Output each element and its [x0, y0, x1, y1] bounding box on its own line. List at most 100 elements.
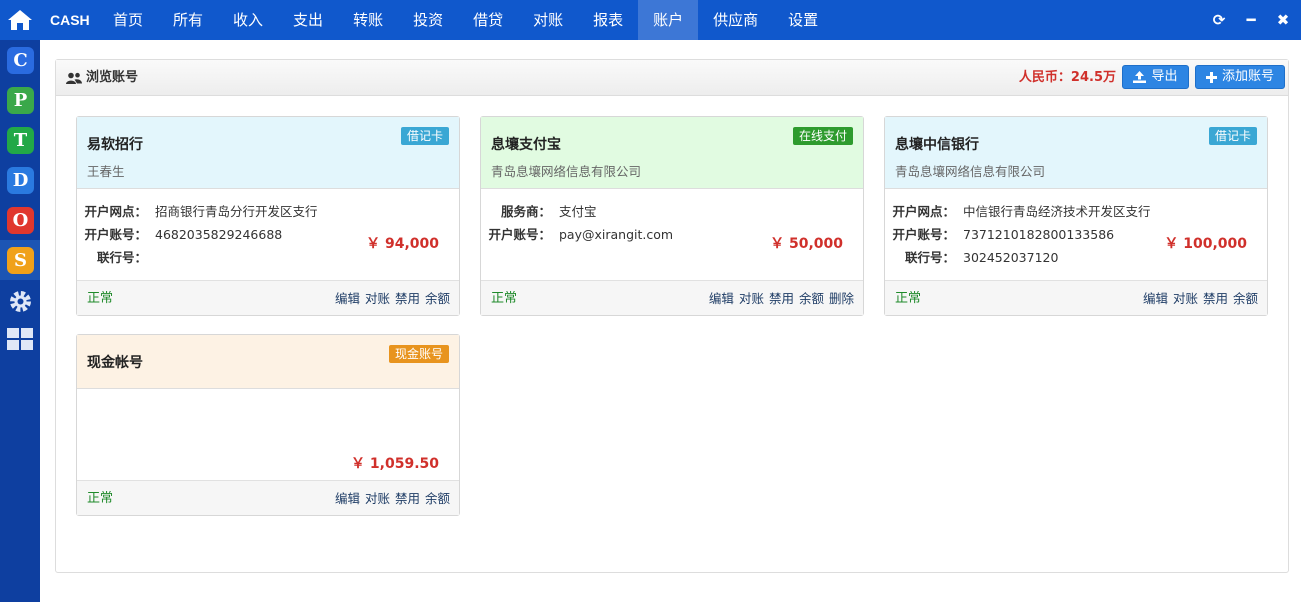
account-type-badge: 借记卡: [1208, 127, 1257, 145]
account-field: 开户账号： 4682035829246688: [77, 224, 282, 243]
account-actions: 编辑 对账 禁用 余额: [335, 281, 450, 316]
account-status: 正常: [491, 291, 518, 306]
total-balance: 人民币：24.5万: [1018, 70, 1116, 85]
nav-item-5[interactable]: 投资: [398, 0, 458, 40]
d-app-icon[interactable]: D: [7, 167, 34, 194]
account-action-link[interactable]: 余额: [425, 481, 450, 516]
account-type-badge: 借记卡: [400, 127, 449, 145]
account-action-link[interactable]: 编辑: [709, 281, 734, 316]
nav-item-2[interactable]: 收入: [218, 0, 278, 40]
account-field-label: 开户账号：: [892, 227, 955, 242]
account-card-header: 易软招行 王春生 借记卡: [77, 117, 459, 189]
rail-app-letter: P: [13, 90, 28, 111]
account-card: 息壤中信银行 青岛息壤网络信息有限公司 借记卡开户网点： 中信银行青岛经济技术开发区支…: [884, 116, 1268, 316]
account-actions: 编辑 对账 禁用 余额: [1143, 281, 1258, 316]
o-app-icon[interactable]: O: [7, 207, 34, 234]
account-card-header: 息壤支付宝 青岛息壤网络信息有限公司 在线支付: [481, 117, 863, 189]
panel-title: 浏览账号: [66, 60, 138, 96]
account-action-link[interactable]: 对账: [1173, 281, 1198, 316]
account-field-label: 联行号：: [904, 250, 955, 265]
c-app-icon[interactable]: C: [7, 47, 34, 74]
account-action-link[interactable]: 对账: [365, 481, 390, 516]
add-account-button[interactable]: 添加账号: [1195, 65, 1285, 89]
account-card-body: 开户网点： 中信银行青岛经济技术开发区支行开户账号： 737121018280013…: [885, 189, 1267, 280]
nav-item-7[interactable]: 对账: [518, 0, 578, 40]
account-status: 正常: [87, 291, 114, 306]
rail-app-letter: D: [12, 170, 29, 191]
grid-icon[interactable]: [7, 328, 34, 352]
close-icon[interactable]: ✖: [1275, 11, 1291, 29]
refresh-icon[interactable]: ⟳: [1211, 11, 1227, 29]
account-name[interactable]: 易软招行: [87, 134, 143, 154]
account-action-link[interactable]: 禁用: [395, 281, 420, 316]
account-action-link[interactable]: 编辑: [1143, 281, 1168, 316]
brand-logo: CASH: [50, 12, 90, 28]
account-field-value: 7371210182800133586: [963, 227, 1115, 242]
nav-item-11[interactable]: 设置: [773, 0, 833, 40]
account-name[interactable]: 息壤中信银行: [895, 134, 979, 154]
nav-item-0[interactable]: 首页: [98, 0, 158, 40]
account-type-badge: 现金账号: [388, 345, 449, 363]
account-action-link[interactable]: 余额: [1233, 281, 1258, 316]
nav-item-8[interactable]: 报表: [578, 0, 638, 40]
users-icon: [66, 72, 82, 84]
account-actions: 编辑 对账 禁用 余额: [335, 481, 450, 516]
account-balance: ￥ 1,059.50: [351, 456, 439, 472]
account-action-link[interactable]: 禁用: [769, 281, 794, 316]
nav-item-10[interactable]: 供应商: [698, 0, 773, 40]
account-field: 开户网点： 中信银行青岛经济技术开发区支行: [885, 201, 1151, 220]
account-action-link[interactable]: 禁用: [1203, 281, 1228, 316]
rail-app-letter: T: [13, 130, 28, 151]
accounts-panel: 浏览账号 人民币：24.5万 导出 添加账号 易软招行 王春生 借记卡 开户网点： 招商…: [55, 59, 1289, 573]
account-card-header: 息壤中信银行 青岛息壤网络信息有限公司 借记卡: [885, 117, 1267, 189]
nav-item-4[interactable]: 转账: [338, 0, 398, 40]
minimize-icon[interactable]: ━: [1243, 11, 1259, 29]
left-rail: CPTDOS: [0, 0, 40, 602]
nav-item-6[interactable]: 借贷: [458, 0, 518, 40]
account-name[interactable]: 现金帐号: [87, 352, 143, 372]
account-balance: ￥ 50,000: [770, 236, 843, 252]
account-field-label: 开户账号：: [488, 227, 551, 242]
account-card-body: ￥ 1,059.50: [77, 389, 459, 480]
account-card: 息壤支付宝 青岛息壤网络信息有限公司 在线支付服务商： 支付宝开户账号： pay@xir…: [480, 116, 864, 316]
account-action-link[interactable]: 禁用: [395, 481, 420, 516]
nav-item-9[interactable]: 账户: [638, 0, 699, 40]
account-action-link[interactable]: 余额: [799, 281, 824, 316]
account-field-label: 联行号：: [96, 250, 147, 265]
nav-item-3[interactable]: 支出: [278, 0, 338, 40]
account-card-footer: 正常 编辑 对账 禁用 余额: [885, 280, 1267, 315]
account-field-value: 4682035829246688: [155, 227, 283, 242]
export-button[interactable]: 导出: [1122, 65, 1189, 89]
account-field-label: 开户账号：: [84, 227, 147, 242]
account-field: 开户账号： 7371210182800133586: [885, 224, 1114, 243]
account-action-link[interactable]: 删除: [829, 281, 854, 316]
account-field-value: pay@xirangit.com: [559, 227, 674, 242]
account-field: 联行号：: [77, 247, 155, 266]
account-action-link[interactable]: 编辑: [335, 481, 360, 516]
account-card-footer: 正常 编辑 对账 禁用 余额 删除: [481, 280, 863, 315]
account-action-link[interactable]: 对账: [739, 281, 764, 316]
s-app-icon[interactable]: S: [7, 247, 34, 274]
p-app-icon[interactable]: P: [7, 87, 34, 114]
account-card-body: 开户网点： 招商银行青岛分行开发区支行 开户账号： 4682035829246688 联…: [77, 189, 459, 280]
account-field-value: 中信银行青岛经济技术开发区支行: [963, 204, 1151, 219]
account-field-value: 支付宝: [559, 204, 597, 219]
upload-icon: [1133, 71, 1147, 83]
nav-item-1[interactable]: 所有: [158, 0, 218, 40]
gear-icon[interactable]: [7, 288, 34, 315]
rail-app-letter: C: [13, 50, 28, 71]
account-action-link[interactable]: 余额: [425, 281, 450, 316]
plus-icon: [1205, 71, 1217, 83]
home-icon[interactable]: [0, 0, 40, 40]
account-action-link[interactable]: 对账: [365, 281, 390, 316]
rail-app-letter: S: [14, 250, 27, 271]
account-card-body: 服务商： 支付宝开户账号： pay@xirangit.com ￥ 50,000: [481, 189, 863, 280]
account-status: 正常: [87, 491, 114, 506]
account-action-link[interactable]: 编辑: [335, 281, 360, 316]
account-field: 服务商： 支付宝: [481, 201, 597, 220]
account-name[interactable]: 息壤支付宝: [491, 134, 561, 154]
account-field-label: 开户网点：: [84, 204, 147, 219]
t-app-icon[interactable]: T: [7, 127, 34, 154]
account-card-footer: 正常 编辑 对账 禁用 余额: [77, 480, 459, 515]
add-account-label: 添加账号: [1221, 69, 1274, 84]
